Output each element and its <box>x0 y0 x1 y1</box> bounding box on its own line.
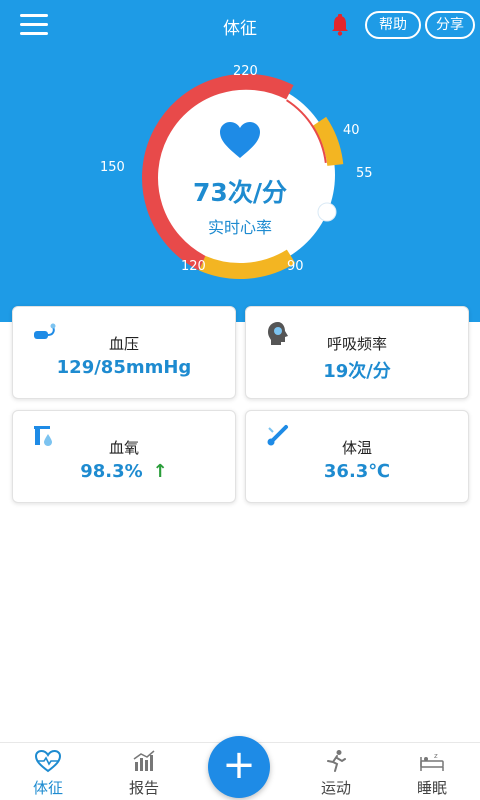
heart-icon <box>220 122 260 158</box>
trend-up-icon: ↑ <box>152 461 168 482</box>
heart-rate-value: 73次/分 <box>193 178 287 207</box>
bell-icon[interactable] <box>330 14 350 36</box>
blood-oxygen-value-row: 98.3% ↑ <box>13 461 235 482</box>
add-button[interactable]: + <box>208 736 270 798</box>
share-button[interactable]: 分享 <box>425 11 475 39</box>
tick-40: 40 <box>343 123 360 138</box>
nav-item-exercise[interactable]: 运动 <box>296 743 376 800</box>
tick-220: 220 <box>233 64 258 79</box>
blood-pressure-value: 129/85mmHg <box>56 357 192 378</box>
bar-chart-icon <box>133 750 155 771</box>
nav-label-vitals: 体征 <box>32 779 63 797</box>
nav-label-report: 报告 <box>128 779 159 797</box>
temperature-label: 体温 <box>341 439 372 457</box>
temperature-value: 36.3℃ <box>323 461 391 482</box>
nav-item-sleep[interactable]: z 睡眠 <box>392 743 472 800</box>
running-icon <box>327 750 346 772</box>
card-blood-oxygen[interactable]: 血氧 98.3% ↑ <box>12 410 236 503</box>
blood-oxygen-value: 98.3% <box>80 461 143 482</box>
bed-icon: z <box>420 752 444 771</box>
nav-label-sleep: 睡眠 <box>416 779 447 797</box>
svg-text:z: z <box>434 752 438 760</box>
respiration-value: 19次/分 <box>323 361 391 382</box>
card-temperature[interactable]: 体温 36.3℃ <box>245 410 469 503</box>
nav-item-vitals[interactable]: 体征 <box>8 743 88 800</box>
heart-rate-label: 实时心率 <box>207 218 272 237</box>
card-blood-pressure[interactable]: 血压 129/85mmHg <box>12 306 236 399</box>
blood-oxygen-label: 血氧 <box>108 439 139 457</box>
heart-pulse-icon <box>34 749 62 773</box>
respiration-label: 呼吸频率 <box>326 335 387 353</box>
help-button[interactable]: 帮助 <box>365 11 421 39</box>
heart-rate-gauge <box>142 73 344 280</box>
tick-90: 90 <box>287 259 304 274</box>
nav-item-report[interactable]: 报告 <box>104 743 184 800</box>
top-bar: 体征 帮助 分享 <box>0 0 480 50</box>
nav-label-exercise: 运动 <box>320 779 351 797</box>
blood-pressure-label: 血压 <box>108 335 139 353</box>
card-respiration[interactable]: 呼吸频率 19次/分 <box>245 306 469 399</box>
tick-120: 120 <box>181 259 206 274</box>
